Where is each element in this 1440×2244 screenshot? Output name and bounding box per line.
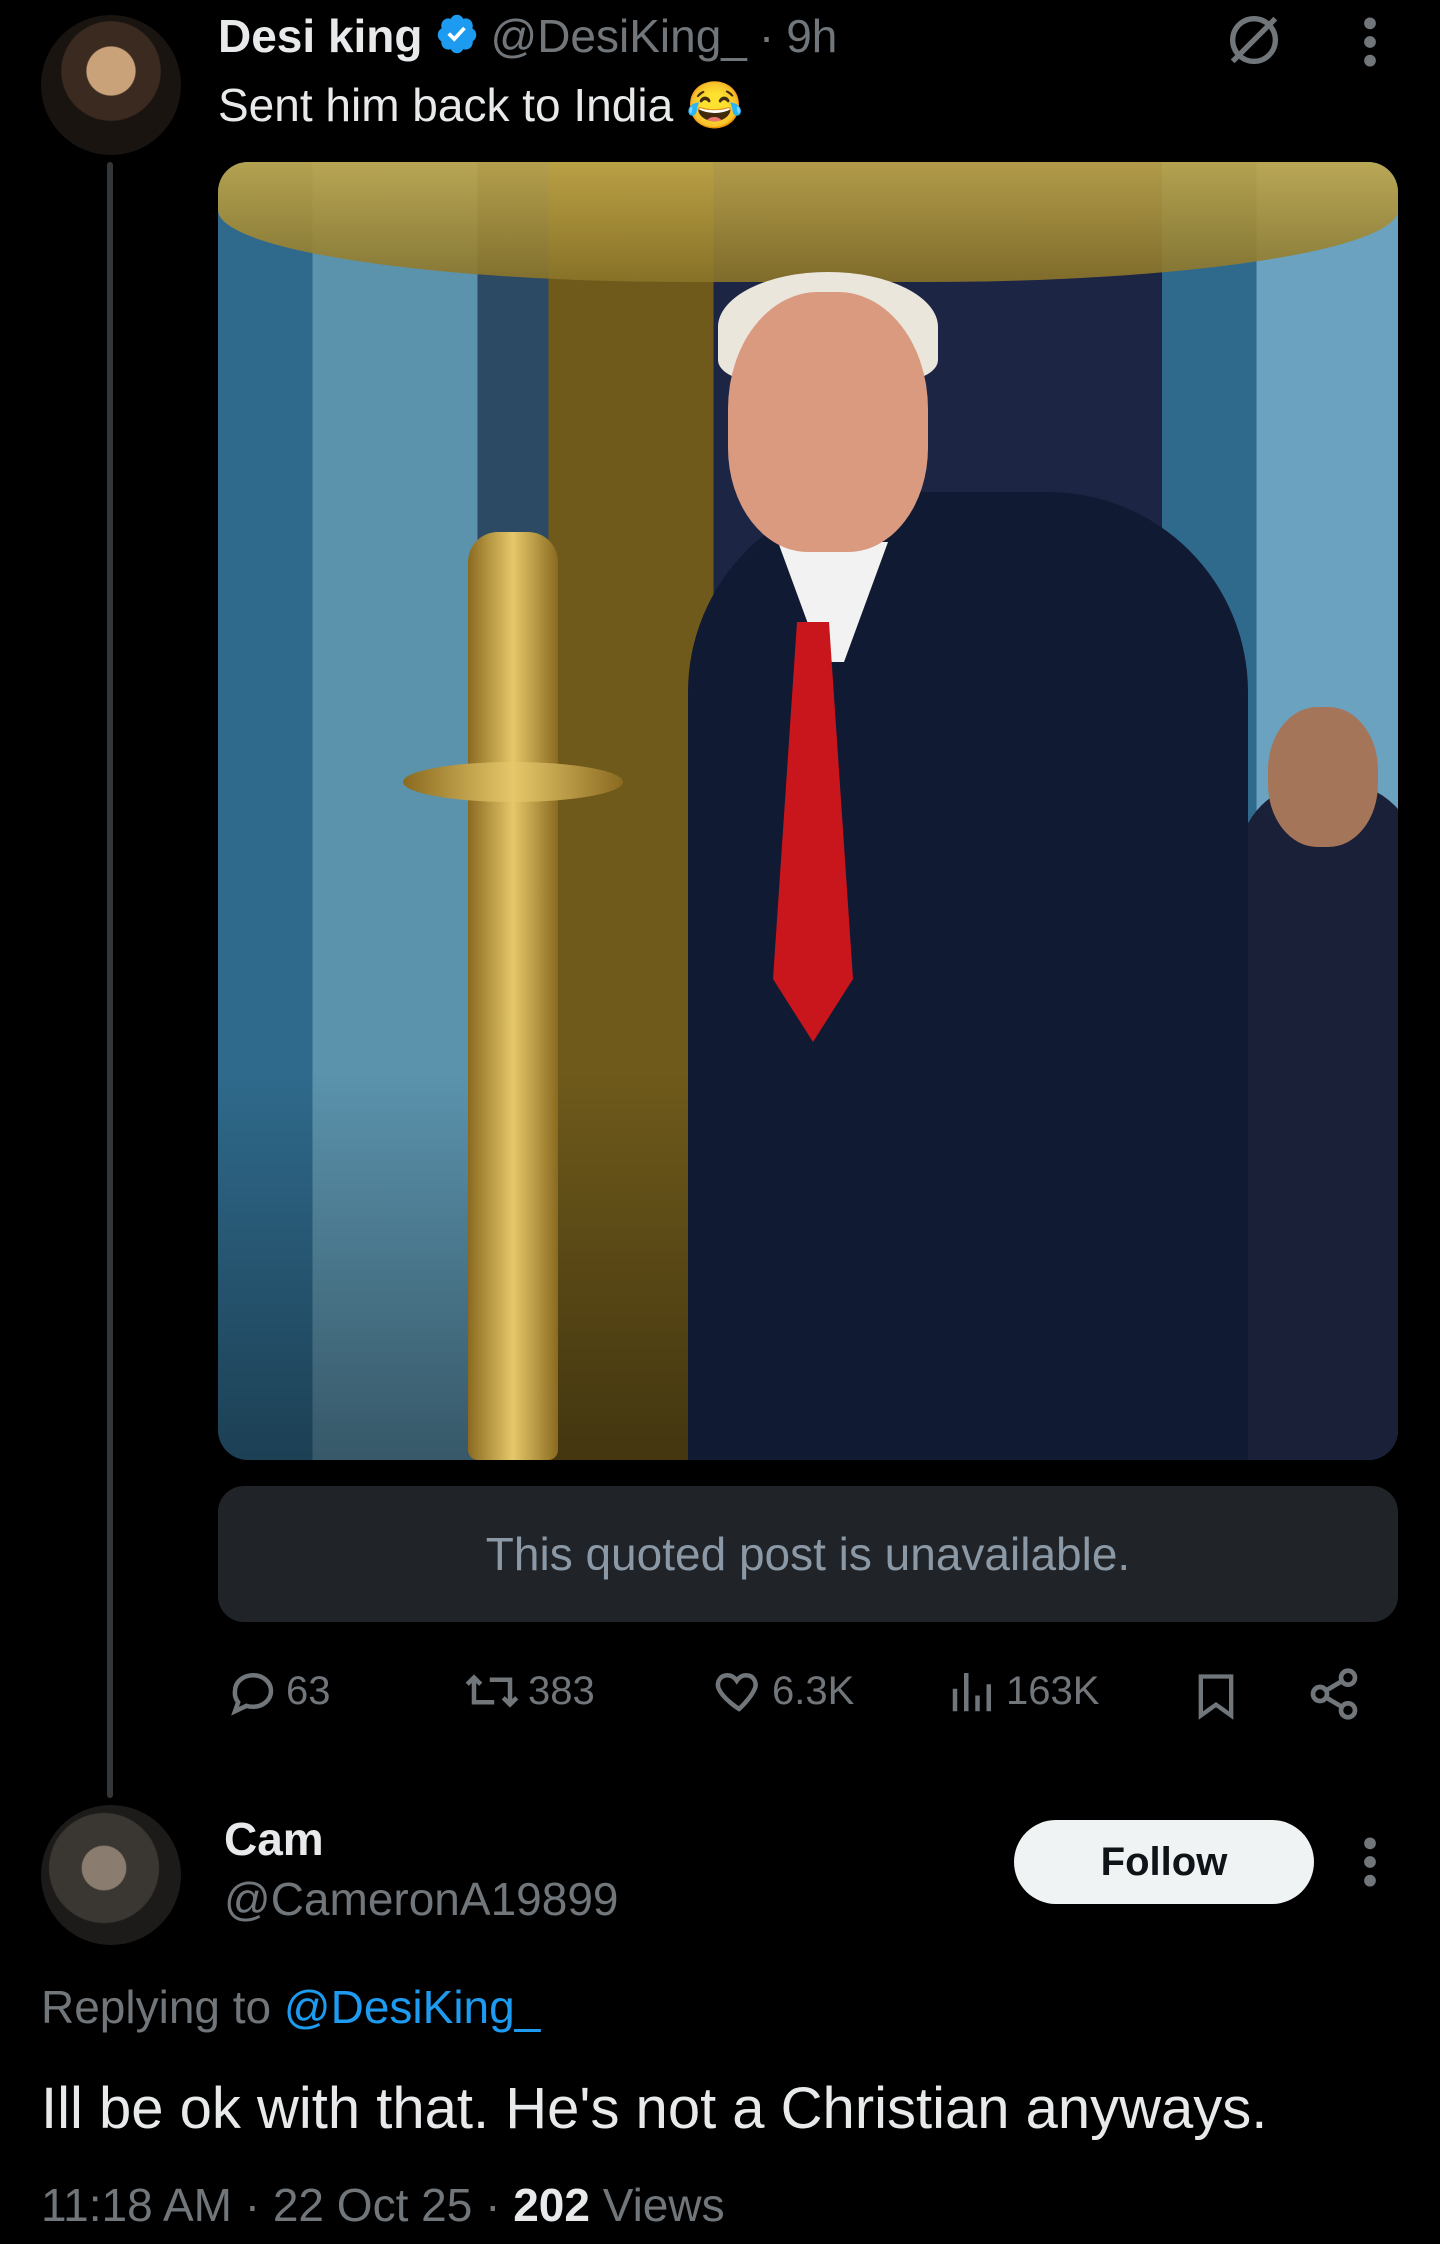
view-count: 163K — [1006, 1668, 1100, 1713]
replying-to-label: Replying to — [41, 1981, 272, 2033]
tweet-image[interactable] — [218, 162, 1398, 1460]
analytics-icon — [952, 1673, 991, 1712]
share-icon[interactable] — [1306, 1666, 1362, 1727]
reply-button[interactable]: 63 — [226, 1664, 331, 1718]
more-options-icon[interactable] — [1350, 10, 1390, 79]
thread-connector-line — [107, 162, 113, 1798]
repost-count: 383 — [528, 1668, 595, 1713]
reply-count: 63 — [286, 1668, 331, 1713]
reply-icon — [231, 1672, 274, 1716]
author-name[interactable]: Desi king — [218, 9, 423, 63]
reply-views-label: Views — [602, 2179, 725, 2231]
tweet-header: Desi king @DesiKing_ · 9h — [218, 6, 837, 66]
bookmark-icon[interactable] — [1190, 1668, 1242, 1729]
views-button[interactable]: 163K — [946, 1664, 1099, 1718]
repost-icon — [465, 1674, 519, 1708]
quoted-notice-text: This quoted post is unavailable. — [485, 1528, 1131, 1580]
meta-separator: · — [244, 2179, 261, 2231]
grok-icon[interactable] — [1222, 8, 1286, 77]
tweet-text-body: Sent him back to India — [218, 79, 674, 131]
author-handle[interactable]: @DesiKing_ — [491, 9, 747, 63]
laughing-emoji-icon: 😂 — [685, 79, 744, 131]
meta-separator: · — [485, 2179, 501, 2231]
reply-views-count: 202 — [513, 2179, 590, 2231]
replying-to: Replying to @DesiKing_ — [41, 1980, 540, 2034]
replying-to-handle-link[interactable]: @DesiKing_ — [284, 1981, 540, 2033]
tweet-text: Sent him back to India 😂 — [218, 78, 743, 133]
reply-metadata: 11:18 AM · 22 Oct 25 · 202 Views — [41, 2178, 725, 2232]
repost-button[interactable]: 383 — [462, 1664, 595, 1718]
reply-time[interactable]: 11:18 AM — [41, 2179, 232, 2231]
reply-author-avatar[interactable] — [41, 1805, 181, 1945]
like-button[interactable]: 6.3K — [712, 1664, 854, 1718]
verified-badge-icon — [435, 12, 479, 61]
reply-author-handle[interactable]: @CameronA19899 — [224, 1872, 618, 1926]
reply-more-options-icon[interactable] — [1350, 1830, 1390, 1899]
reply-date[interactable]: 22 Oct 25 — [273, 2179, 472, 2231]
reply-author-name[interactable]: Cam — [224, 1812, 324, 1866]
tweet-time[interactable]: 9h — [786, 9, 837, 63]
quoted-post-unavailable: This quoted post is unavailable. — [218, 1486, 1398, 1622]
reply-text: Ill be ok with that. He's not a Christia… — [41, 2076, 1268, 2141]
heart-icon — [715, 1672, 758, 1712]
author-avatar[interactable] — [41, 15, 181, 155]
follow-button[interactable]: Follow — [1014, 1820, 1314, 1904]
time-separator: · — [758, 10, 775, 62]
like-count: 6.3K — [772, 1668, 855, 1713]
